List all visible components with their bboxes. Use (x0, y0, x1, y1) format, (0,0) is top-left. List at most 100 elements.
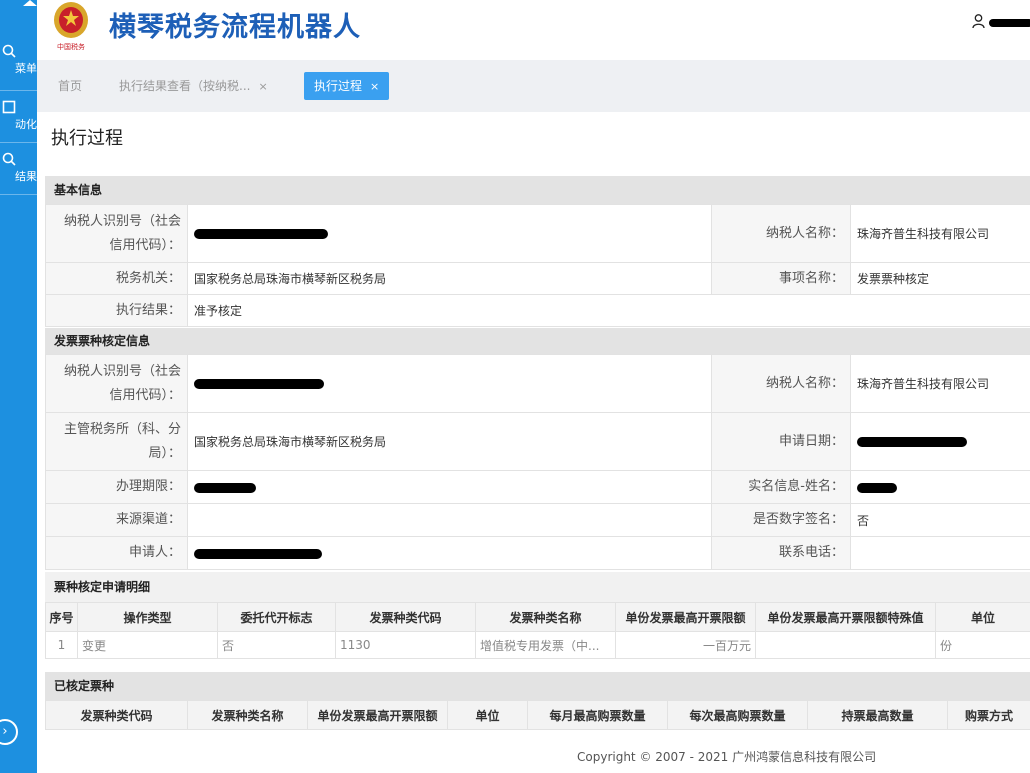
tab-label: 执行结果查看（按纳税... (119, 79, 251, 93)
tab-label: 首页 (58, 79, 83, 93)
close-icon[interactable]: × (370, 80, 379, 93)
copyright-footer: Copyright © 2007 - 2021 广州鸿蒙信息科技有限公司 (577, 750, 877, 764)
item-name-value: 发票票种核定 (850, 262, 1030, 295)
column-header: 委托代开标志 (217, 602, 336, 632)
column-header: 每月最高购票数量 (527, 700, 668, 730)
table-cell: 份 (935, 631, 1030, 659)
tax-authority-value: 国家税务总局珠海市横琴新区税务局 (187, 262, 712, 295)
column-header: 购票方式 (947, 700, 1030, 730)
apply-detail-table: 序号 操作类型 委托代开标志 发票种类代码 发票种类名称 单份发票最高开票限额 … (45, 602, 1030, 659)
tax-authority-label: 税务机关： (45, 262, 188, 295)
column-header: 单份发票最高开票限额 (615, 602, 756, 632)
svg-text:中国税务: 中国税务 (57, 42, 85, 51)
column-header: 单份发票最高开票限额特殊值 (755, 602, 936, 632)
column-header: 单位 (935, 602, 1030, 632)
applicant-label: 申请人： (45, 536, 188, 570)
sidebar-item-automation[interactable]: 动化 (0, 100, 37, 132)
tab-execution-process[interactable]: 执行过程 × (304, 72, 390, 100)
phone-value (850, 536, 1030, 570)
result-label: 执行结果： (45, 294, 188, 327)
table-cell: 一百万元 (615, 631, 756, 659)
taxpayer-name-value: 珠海齐普生科技有限公司 (850, 354, 1030, 413)
column-header: 序号 (45, 602, 78, 632)
table-cell: 变更 (77, 631, 218, 659)
tax-office-value: 国家税务总局珠海市横琴新区税务局 (187, 412, 712, 471)
digital-sign-value: 否 (850, 503, 1030, 537)
tab-home[interactable]: 首页 (48, 72, 92, 100)
tax-office-label: 主管税务所（科、分局）： (45, 412, 188, 471)
column-header: 操作类型 (77, 602, 218, 632)
sidebar-divider (0, 194, 37, 195)
approved-types-table: 发票种类代码 发票种类名称 单份发票最高开票限额 单位 每月最高购票数量 每次最… (45, 700, 1030, 730)
channel-label: 来源渠道： (45, 503, 188, 537)
sidebar-item-menu[interactable]: 菜单 (0, 44, 37, 76)
taxpayer-id-label: 纳税人识别号（社会信用代码）： (45, 354, 188, 413)
realname-label: 实名信息-姓名： (711, 470, 851, 504)
result-value: 准予核定 (187, 294, 1030, 327)
sidebar-divider (0, 90, 37, 91)
column-header: 单份发票最高开票限额 (307, 700, 448, 730)
tab-result-view[interactable]: 执行结果查看（按纳税... × (109, 72, 278, 100)
chevron-right-icon: › (2, 724, 8, 739)
taxpayer-name-label: 纳税人名称： (711, 204, 851, 263)
taxpayer-id-value (187, 354, 712, 413)
phone-label: 联系电话： (711, 536, 851, 570)
table-cell: 增值税专用发票（中... (475, 631, 616, 659)
page-title: 执行过程 (51, 128, 123, 149)
apply-date-label: 申请日期： (711, 412, 851, 471)
invoice-info-table: 纳税人识别号（社会信用代码）： 纳税人名称： 珠海齐普生科技有限公司 主管税务所… (45, 354, 1030, 570)
section-basic-info: 基本信息 (45, 176, 1030, 204)
app-header: 中国税务 横琴税务流程机器人 (37, 0, 1030, 60)
sidebar-item-label: 菜单 (15, 62, 37, 75)
column-header: 发票种类代码 (335, 602, 476, 632)
taxpayer-name-label: 纳税人名称： (711, 354, 851, 413)
column-header: 持票最高数量 (807, 700, 948, 730)
column-header: 发票种类名称 (187, 700, 308, 730)
user-icon (972, 14, 985, 29)
column-header: 发票种类名称 (475, 602, 616, 632)
table-cell: 否 (217, 631, 336, 659)
user-menu[interactable] (972, 14, 1030, 30)
taxpayer-id-value (187, 204, 712, 263)
table-cell: 1130 (335, 631, 476, 659)
table-header-row: 发票种类代码 发票种类名称 单份发票最高开票限额 单位 每月最高购票数量 每次最… (45, 700, 1030, 730)
table-header-row: 序号 操作类型 委托代开标志 发票种类代码 发票种类名称 单份发票最高开票限额 … (45, 602, 1030, 632)
redacted-username (989, 18, 1030, 27)
main-content: 执行过程 基本信息 纳税人识别号（社会信用代码）： 纳税人名称： 珠海齐普生科技… (37, 112, 1030, 773)
sidebar: 菜单 动化 结果 › (0, 0, 37, 773)
section-invoice-info: 发票票种核定信息 (45, 328, 1030, 354)
table-cell (755, 631, 936, 659)
square-icon (2, 100, 16, 114)
column-header: 发票种类代码 (45, 700, 188, 730)
tax-emblem-logo: 中国税务 (54, 2, 88, 51)
deadline-value (187, 470, 712, 504)
deadline-label: 办理期限： (45, 470, 188, 504)
search-icon (2, 44, 16, 58)
digital-sign-label: 是否数字签名： (711, 503, 851, 537)
sidebar-divider (0, 142, 37, 143)
column-header: 每次最高购票数量 (667, 700, 808, 730)
taxpayer-name-value: 珠海齐普生科技有限公司 (850, 204, 1030, 263)
sidebar-item-results[interactable]: 结果 (0, 152, 37, 184)
tab-bar: 首页 执行结果查看（按纳税... × 执行过程 × (37, 60, 1030, 112)
basic-info-table: 纳税人识别号（社会信用代码）： 纳税人名称： 珠海齐普生科技有限公司 税务机关：… (45, 204, 1030, 327)
home-icon (23, 0, 37, 6)
sidebar-item-label: 结果 (15, 170, 37, 183)
section-approved-types: 已核定票种 (45, 672, 1030, 700)
applicant-value (187, 536, 712, 570)
tab-label: 执行过程 (314, 79, 363, 93)
column-header: 单位 (447, 700, 528, 730)
search-icon (2, 152, 16, 166)
close-icon[interactable]: × (258, 80, 267, 93)
table-cell: 1 (45, 631, 78, 659)
channel-value (187, 503, 712, 537)
app-title: 横琴税务流程机器人 (109, 12, 361, 43)
sidebar-collapse-button[interactable]: › (0, 719, 18, 745)
realname-value (850, 470, 1030, 504)
taxpayer-id-label: 纳税人识别号（社会信用代码）： (45, 204, 188, 263)
sidebar-home-icon[interactable] (0, 0, 37, 15)
table-row[interactable]: 1 变更 否 1130 增值税专用发票（中... 一百万元 份 (45, 631, 1030, 659)
sidebar-item-label: 动化 (15, 118, 37, 131)
apply-date-value (850, 412, 1030, 471)
section-apply-detail: 票种核定申请明细 (45, 572, 1030, 602)
